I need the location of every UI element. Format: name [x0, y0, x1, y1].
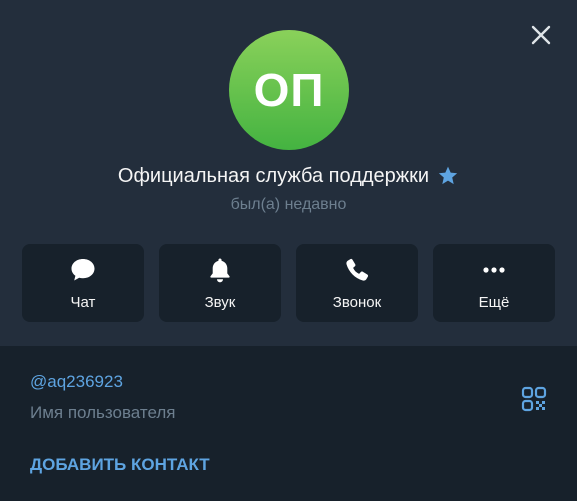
star-icon[interactable]	[437, 165, 459, 187]
close-icon	[531, 25, 551, 45]
last-seen-status: был(а) недавно	[230, 196, 347, 213]
more-button[interactable]: Ещё	[433, 244, 555, 322]
chat-button[interactable]: Чат	[22, 244, 144, 322]
sound-button[interactable]: Звук	[159, 244, 281, 322]
action-buttons: Чат Звук Звонок Ещё	[22, 244, 555, 322]
more-dots-icon	[480, 256, 508, 284]
profile-name: Официальная служба поддержки	[117, 164, 430, 187]
username-caption: Имя пользователя	[30, 403, 176, 422]
call-button-label: Звонок	[332, 293, 382, 311]
chat-button-label: Чат	[70, 293, 96, 311]
profile-info-section	[0, 346, 577, 501]
phone-icon	[343, 256, 371, 284]
add-contact-button[interactable]: ДОБАВИТЬ КОНТАКТ	[30, 455, 210, 475]
sound-button-label: Звук	[204, 293, 236, 311]
chat-bubble-icon	[69, 256, 97, 284]
call-button[interactable]: Звонок	[296, 244, 418, 322]
avatar[interactable]: ОП	[229, 30, 349, 150]
username-value[interactable]: @aq236923	[30, 372, 123, 392]
avatar-initials: ОП	[253, 64, 325, 116]
more-button-label: Ещё	[478, 293, 510, 311]
profile-name-row: Официальная служба поддержки	[0, 160, 577, 192]
close-button[interactable]	[524, 18, 558, 52]
qr-code-icon[interactable]	[520, 385, 548, 413]
bell-icon	[206, 256, 234, 284]
